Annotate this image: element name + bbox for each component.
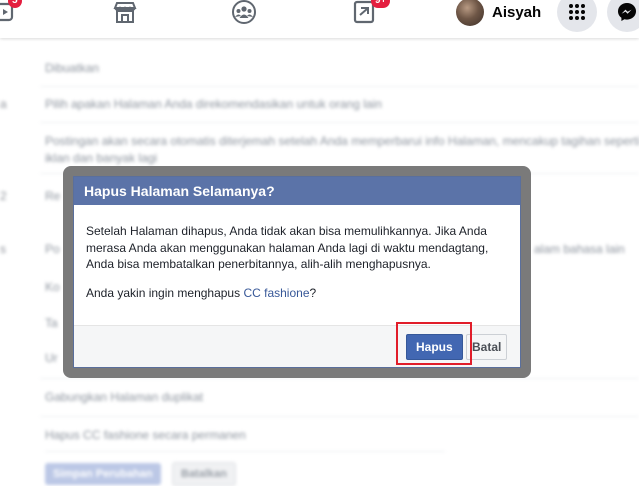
menu-grid-button[interactable]	[557, 0, 597, 32]
cancel-changes-button[interactable]: Batalkan	[172, 462, 236, 486]
divider	[40, 378, 639, 379]
setting-section-label: Dibuatkan	[45, 61, 100, 75]
setting-row-text: iklan dan banyak lagi	[45, 151, 158, 165]
setting-row-text: Hapus CC fashione secara permanen	[45, 428, 246, 442]
cancel-button[interactable]: Batal	[466, 334, 508, 360]
setting-row-text: Po	[45, 242, 60, 256]
top-navigation-bar: 5 9+ Aisyah	[0, 0, 639, 38]
divider	[40, 86, 639, 87]
question-prefix: Anda yakin ingin menghapus	[86, 285, 244, 300]
dialog-question: Anda yakin ingin menghapus CC fashione?	[86, 285, 508, 302]
sidebar-fragment: 2	[0, 189, 7, 203]
setting-row-text: Ko	[45, 280, 60, 294]
groups-icon[interactable]	[230, 0, 258, 30]
setting-row-text: alam bahasa lain	[534, 242, 625, 256]
dialog-title: Hapus Halaman Selamanya?	[74, 177, 520, 205]
menu-grid-icon	[569, 4, 585, 20]
divider	[40, 416, 639, 417]
setting-row-text: Pilih apakan Halaman Anda direkomendasik…	[45, 97, 382, 111]
dialog-body: Setelah Halaman dihapus, Anda tidak akan…	[74, 205, 520, 301]
messenger-button[interactable]	[607, 0, 639, 32]
setting-row-text: Gabungkan Halaman duplikat	[45, 390, 204, 404]
messenger-icon	[618, 3, 636, 21]
setting-row-text: Ur	[45, 351, 58, 365]
profile-button[interactable]: Aisyah	[456, 0, 541, 26]
divider	[45, 451, 445, 452]
marketplace-icon[interactable]	[112, 0, 138, 30]
question-suffix: ?	[309, 285, 317, 300]
save-changes-button[interactable]: Simpan Perubahan	[45, 463, 161, 485]
setting-row-text: Ta	[45, 316, 58, 330]
avatar	[456, 0, 484, 26]
page-name-link[interactable]: CC fashione	[243, 286, 309, 300]
highlight-annotation-box	[396, 322, 472, 365]
divider	[40, 122, 639, 123]
setting-row-text: Postingan akan secara otomatis diterjema…	[45, 134, 639, 148]
pages-notification-badge: 9+	[371, 0, 391, 8]
sidebar-fragment: s	[0, 242, 6, 256]
sidebar-fragment: a	[0, 97, 7, 111]
setting-row-text: Re	[45, 189, 61, 203]
profile-name: Aisyah	[492, 3, 542, 21]
dialog-message: Setelah Halaman dihapus, Anda tidak akan…	[86, 224, 489, 271]
